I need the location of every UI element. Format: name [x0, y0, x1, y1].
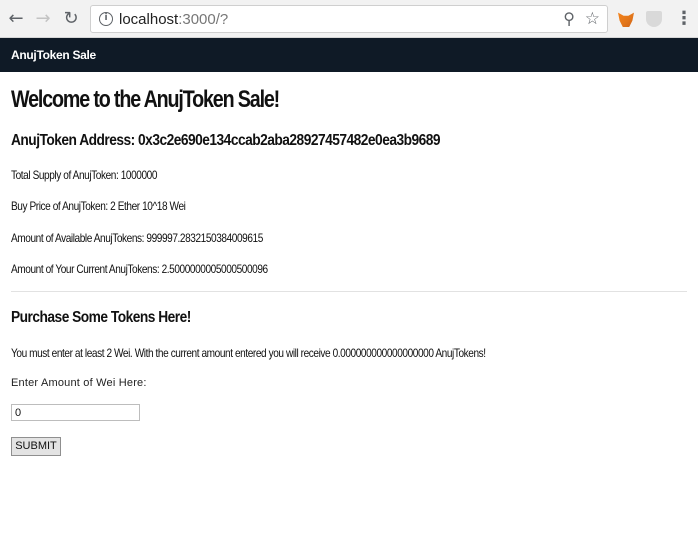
available-tokens-text: Amount of Available AnujTokens: 999997.2… [11, 231, 263, 245]
buy-price-text: Buy Price of AnujToken: 2 Ether 10^18 We… [11, 199, 186, 213]
purchase-heading: Purchase Some Tokens Here! [11, 309, 191, 326]
forward-icon[interactable]: → [33, 9, 53, 29]
total-supply-text: Total Supply of AnujToken: 1000000 [11, 168, 158, 182]
extension-shield-icon[interactable] [646, 11, 662, 27]
token-address: AnujToken Address: 0x3c2e690e134ccab2aba… [11, 132, 441, 149]
app-navbar: AnujToken Sale [0, 38, 698, 72]
browser-toolbar: ← → ↻ i localhost:3000/? ⚲ ☆ ⋮ [0, 0, 698, 38]
navbar-brand[interactable]: AnujToken Sale [11, 48, 96, 62]
zoom-icon[interactable]: ⚲ [563, 9, 575, 28]
url-host: localhost [119, 11, 179, 28]
submit-button[interactable]: SUBMIT [11, 437, 61, 456]
purchase-note: You must enter at least 2 Wei. With the … [11, 346, 486, 360]
browser-menu-icon[interactable]: ⋮ [675, 8, 693, 30]
current-tokens-text: Amount of Your Current AnujTokens: 2.500… [11, 262, 268, 276]
url-path: :3000/? [178, 11, 229, 28]
site-info-icon[interactable]: i [99, 12, 113, 26]
back-icon[interactable]: ← [6, 9, 26, 29]
section-divider [11, 291, 687, 292]
bookmark-star-icon[interactable]: ☆ [585, 9, 600, 29]
address-bar[interactable]: i localhost:3000/? ⚲ ☆ [90, 5, 608, 33]
wei-amount-input[interactable] [11, 404, 140, 421]
page-title: Welcome to the AnujToken Sale! [11, 86, 280, 113]
url-text[interactable]: localhost:3000/? [119, 11, 228, 28]
wei-amount-label: Enter Amount of Wei Here: [11, 377, 147, 389]
reload-icon[interactable]: ↻ [61, 9, 81, 29]
metamask-fox-icon[interactable] [618, 12, 634, 27]
